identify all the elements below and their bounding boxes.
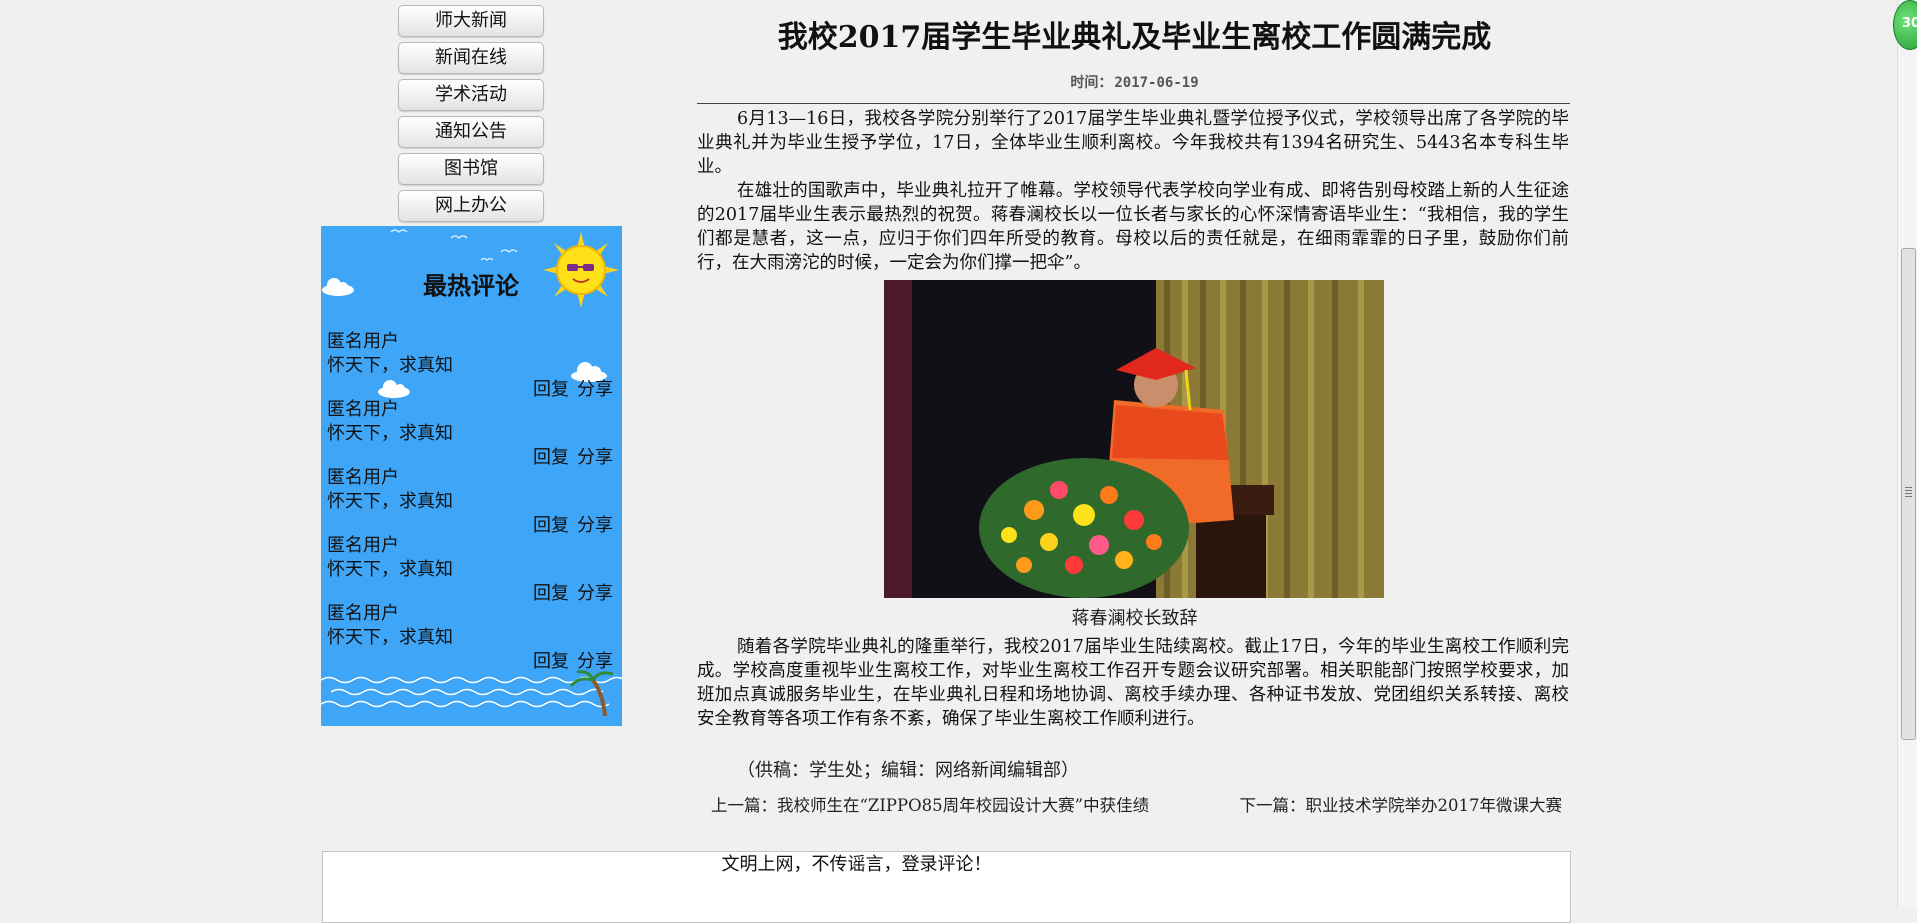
nav-button-shida-news[interactable]: 师大新闻 [398, 5, 544, 37]
comment-user: 匿名用户 [327, 603, 399, 624]
comment-item: 匿名用户 怀天下，求真知 回复 分享 [327, 534, 617, 606]
reply-link[interactable]: 回复 [533, 515, 569, 536]
comment-text: 怀天下，求真知 [327, 627, 453, 648]
nav-button-notices[interactable]: 通知公告 [398, 116, 544, 148]
comment-input-box[interactable]: 文明上网，不传谣言，登录评论！ [322, 851, 1571, 923]
comment-text: 怀天下，求真知 [327, 559, 453, 580]
reply-link[interactable]: 回复 [533, 583, 569, 604]
nav-button-online-office[interactable]: 网上办公 [398, 190, 544, 222]
title-divider [697, 103, 1570, 104]
vertical-scrollbar[interactable] [1897, 0, 1917, 907]
comment-text: 怀天下，求真知 [327, 423, 453, 444]
waves-decoration [321, 670, 622, 716]
comment-user: 匿名用户 [327, 535, 399, 556]
comment-text: 怀天下，求真知 [327, 355, 453, 376]
nav-button-news-online[interactable]: 新闻在线 [398, 42, 544, 74]
comment-item: 匿名用户 怀天下，求真知 回复 分享 [327, 466, 617, 538]
article-paragraph: 随着各学院毕业典礼的隆重举行，我校2017届毕业生陆续离校。截止17日，今年的毕… [697, 637, 1569, 729]
comment-user: 匿名用户 [327, 331, 399, 352]
share-link[interactable]: 分享 [577, 515, 613, 536]
comment-user: 匿名用户 [327, 467, 399, 488]
share-link[interactable]: 分享 [577, 651, 613, 672]
article-meta: 时间： 2017-06-19 [697, 72, 1572, 92]
left-nav: 师大新闻 新闻在线 学术活动 通知公告 图书馆 网上办公 [398, 5, 544, 227]
sun-icon [543, 232, 619, 308]
article-title: 我校2017届学生毕业典礼及毕业生离校工作圆满完成 [777, 20, 1492, 55]
article-paragraph: 6月13—16日，我校各学院分别举行了2017届学生毕业典礼暨学位授予仪式，学校… [697, 109, 1569, 177]
share-link[interactable]: 分享 [577, 447, 613, 468]
birds-icon [390, 229, 518, 262]
share-link[interactable]: 分享 [577, 583, 613, 604]
photo-caption: 蒋春澜校长致辞 [1071, 608, 1198, 629]
hot-comments-panel: 最热评论 匿名用户 怀天下，求真知 回复 分享 匿名用户 怀天下，求真知 回复 分享… [321, 226, 622, 726]
comment-item: 匿名用户 怀天下，求真知 回复 分享 [327, 398, 617, 470]
time-label: 时间： [1070, 75, 1113, 91]
comment-hint: 文明上网，不传谣言，登录评论！ [721, 854, 992, 875]
prev-article-link[interactable]: 上一篇：我校师生在“ZIPPO85周年校园设计大赛”中获佳绩 [711, 792, 1149, 816]
nav-button-library[interactable]: 图书馆 [398, 153, 544, 185]
reply-link[interactable]: 回复 [533, 447, 569, 468]
publish-date: 2017-06-19 [1114, 75, 1199, 91]
comment-text: 怀天下，求真知 [327, 491, 453, 512]
article-credit: （供稿：学生处；编辑：网络新闻编辑部） [737, 760, 1079, 781]
nav-button-academic[interactable]: 学术活动 [398, 79, 544, 111]
article-photo [884, 280, 1384, 598]
scrollbar-thumb[interactable] [1901, 248, 1916, 740]
reply-link[interactable]: 回复 [533, 651, 569, 672]
grip-icon [1905, 487, 1912, 497]
cloud-icon [322, 278, 354, 296]
hot-comments-title: 最热评论 [423, 272, 519, 300]
comment-user: 匿名用户 [327, 399, 399, 420]
reply-link[interactable]: 回复 [533, 379, 569, 400]
comment-item: 匿名用户 怀天下，求真知 回复 分享 [327, 602, 617, 674]
next-article-link[interactable]: 下一篇：职业技术学院举办2017年微课大赛 [1240, 792, 1563, 816]
article-paragraph: 在雄壮的国歌声中，毕业典礼拉开了帷幕。学校领导代表学校向学业有成、即将告别母校踏… [697, 181, 1569, 273]
share-link[interactable]: 分享 [577, 379, 613, 400]
comment-item: 匿名用户 怀天下，求真知 回复 分享 [327, 330, 617, 402]
